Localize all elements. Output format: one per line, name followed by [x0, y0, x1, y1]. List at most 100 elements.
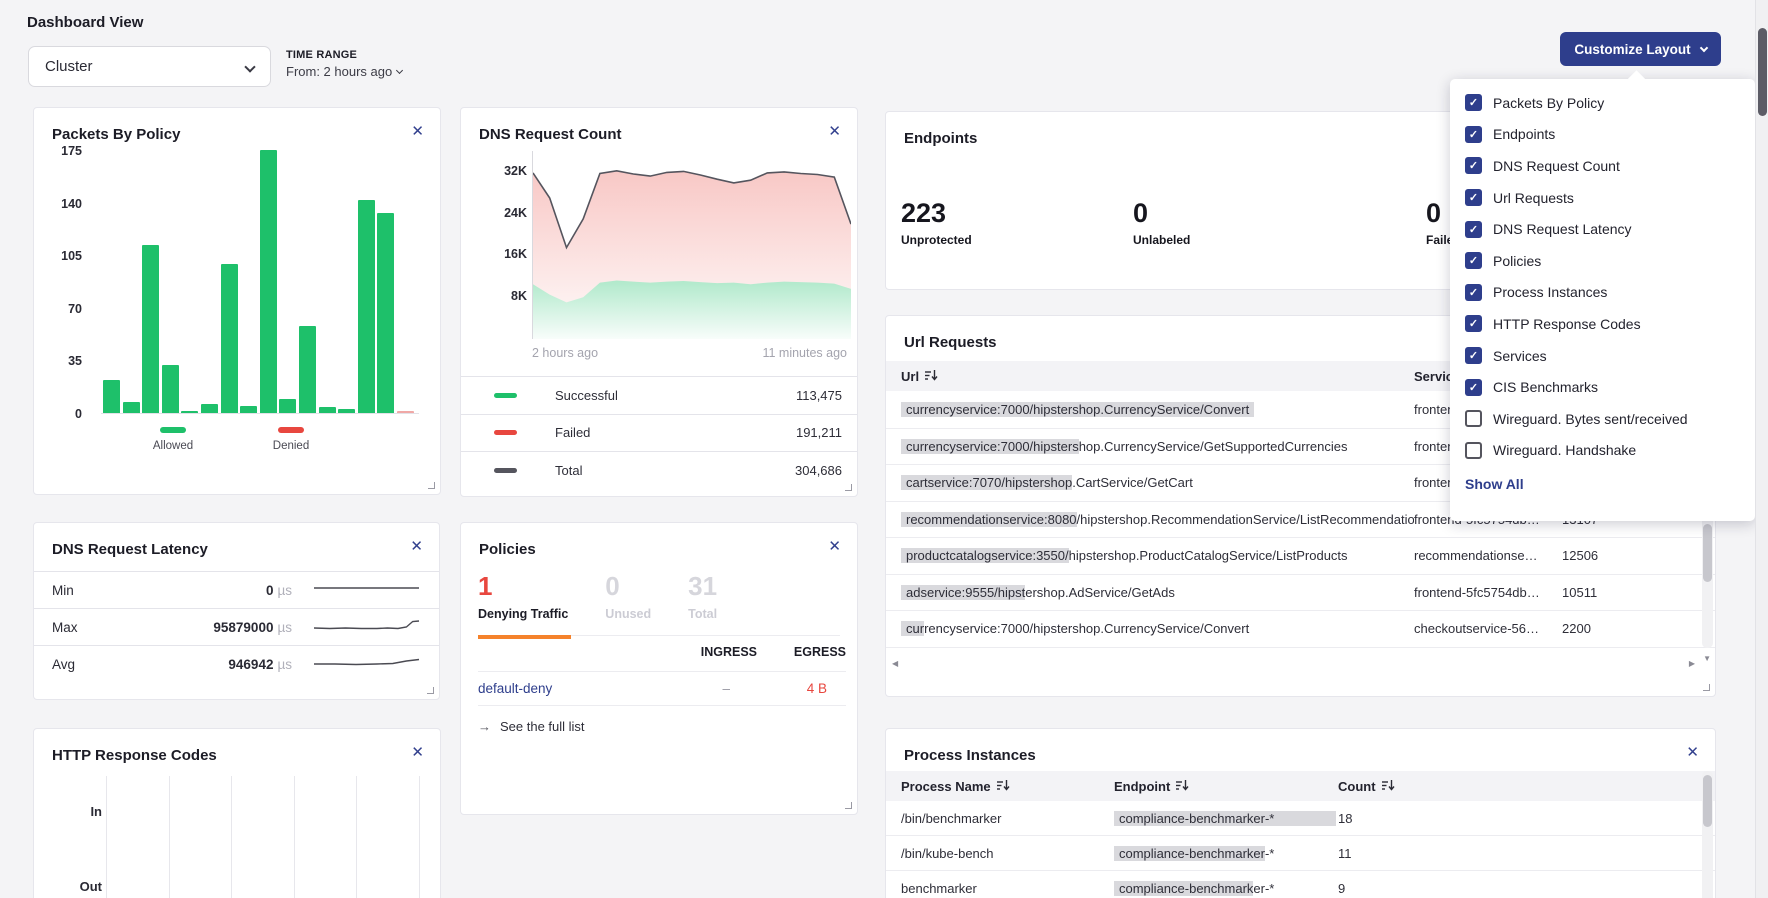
count-cell: 18 — [1338, 811, 1352, 826]
view-selector-dropdown[interactable]: Cluster — [28, 46, 271, 87]
bar — [201, 404, 218, 413]
sort-icon — [1382, 779, 1395, 794]
close-icon[interactable]: ✕ — [410, 539, 423, 554]
checkbox-checked-icon[interactable]: ✓ — [1465, 189, 1482, 206]
policy-name-link[interactable]: default-deny — [478, 681, 552, 696]
scroll-left-arrow[interactable]: ◀ — [892, 659, 898, 668]
menu-item-process-instances[interactable]: ✓Process Instances — [1450, 277, 1755, 309]
scroll-right-arrow[interactable]: ▶ — [1689, 659, 1695, 668]
menu-item-cis-benchmarks[interactable]: ✓CIS Benchmarks — [1450, 371, 1755, 403]
policy-tab-unused[interactable]: 0Unused — [605, 573, 651, 621]
process-name-cell: /bin/benchmarker — [901, 811, 1114, 826]
scroll-down-arrow[interactable]: ▼ — [1703, 654, 1711, 663]
close-icon[interactable]: ✕ — [828, 124, 841, 139]
time-range-label: TIME RANGE — [286, 49, 402, 61]
checkbox-checked-icon[interactable]: ✓ — [1465, 157, 1482, 174]
page-scrollbar[interactable] — [1755, 0, 1768, 898]
menu-item-wireguard-handshake[interactable]: Wireguard. Handshake — [1450, 435, 1755, 467]
column-header-count[interactable]: Count — [1338, 779, 1395, 794]
menu-item-wireguard-bytes-sent-received[interactable]: Wireguard. Bytes sent/received — [1450, 403, 1755, 435]
close-icon[interactable]: ✕ — [1686, 745, 1699, 760]
tab-label: Denying Traffic — [478, 607, 568, 621]
chart-legend: Successful113,475Failed191,211Total304,6… — [461, 376, 857, 489]
page-scrollbar-thumb[interactable] — [1758, 28, 1767, 116]
table-row[interactable]: benchmarkercompliance-benchmarker-*9 — [886, 871, 1715, 898]
endpoint-stat-unprotected: 223Unprotected — [901, 200, 972, 247]
menu-item-endpoints[interactable]: ✓Endpoints — [1450, 119, 1755, 151]
menu-item-label: Policies — [1493, 253, 1541, 269]
menu-item-services[interactable]: ✓ Services — [1450, 340, 1755, 372]
checkbox-checked-icon[interactable]: ✓ — [1465, 221, 1482, 238]
bar-chart-grid: InOut — [34, 776, 440, 898]
chevron-down-icon — [1699, 43, 1707, 51]
service-cell: frontend-5fc5754db… — [1414, 585, 1562, 600]
close-icon[interactable]: ✕ — [828, 539, 841, 554]
checkbox-checked-icon[interactable]: ✓ — [1465, 379, 1482, 396]
menu-item-label: Services — [1493, 348, 1547, 364]
area-chart — [532, 151, 850, 339]
menu-item-label: Wireguard. Handshake — [1493, 442, 1636, 458]
menu-item-url-requests[interactable]: ✓Url Requests — [1450, 182, 1755, 214]
checkbox-checked-icon[interactable]: ✓ — [1465, 347, 1482, 364]
dns-request-latency-card: DNS Request Latency ✕ Min0µsMax95879000µ… — [33, 522, 440, 700]
resize-handle[interactable] — [845, 484, 852, 491]
menu-item-dns-request-latency[interactable]: ✓DNS Request Latency — [1450, 213, 1755, 245]
policy-tab-denying-traffic[interactable]: 1Denying Traffic — [478, 573, 568, 621]
latency-value: 95879000µs — [172, 620, 292, 635]
customize-layout-menu: ✓Packets By Policy✓Endpoints✓DNS Request… — [1450, 79, 1755, 521]
endpoint-stat-unlabeled: 0Unlabeled — [1133, 200, 1190, 247]
menu-item-http-response-codes[interactable]: ✓HTTP Response Codes — [1450, 308, 1755, 340]
resize-handle[interactable] — [845, 802, 852, 809]
count-cell: 10511 — [1562, 585, 1597, 600]
y-tick-label: 35 — [42, 354, 82, 368]
x-axis-end: 11 minutes ago — [762, 346, 847, 360]
menu-item-dns-request-count[interactable]: ✓DNS Request Count — [1450, 150, 1755, 182]
menu-item-policies[interactable]: ✓ Policies — [1450, 245, 1755, 277]
card-title: Process Instances — [904, 747, 1036, 764]
table-row[interactable]: adservice:9555/hipstershop.AdService/Get… — [886, 575, 1715, 612]
column-header-process-name[interactable]: Process Name — [901, 779, 1114, 794]
close-icon[interactable]: ✕ — [411, 124, 424, 139]
time-range: TIME RANGE From: 2 hours ago — [286, 49, 402, 79]
x-category-denied: Denied — [246, 427, 336, 452]
bar — [279, 399, 296, 413]
process-name-cell: /bin/kube-bench — [901, 846, 1114, 861]
resize-handle[interactable] — [428, 482, 435, 489]
policy-tab-total[interactable]: 31Total — [688, 573, 717, 621]
menu-item-packets-by-policy[interactable]: ✓Packets By Policy — [1450, 87, 1755, 119]
checkbox-checked-icon[interactable]: ✓ — [1465, 94, 1482, 111]
table-row[interactable]: currencyservice:7000/hipstershop.Currenc… — [886, 611, 1715, 648]
endpoint-cell: compliance-benchmarker-* — [1114, 811, 1338, 826]
table-row[interactable]: productcatalogservice:3550/hipstershop.P… — [886, 538, 1715, 575]
bar — [299, 326, 316, 413]
vertical-scrollbar[interactable] — [1702, 771, 1713, 898]
checkbox-checked-icon[interactable]: ✓ — [1465, 252, 1482, 269]
show-all-link[interactable]: Show All — [1465, 476, 1524, 492]
gridline — [419, 776, 420, 898]
highlighted-match: currencyservice:7000/hipsters — [901, 439, 1079, 454]
see-full-list-link[interactable]: → See the full list — [478, 719, 585, 734]
checkbox-checked-icon[interactable]: ✓ — [1465, 284, 1482, 301]
card-title: Policies — [479, 541, 536, 558]
column-header-url[interactable]: Url — [901, 369, 1414, 384]
tab-count: 31 — [688, 573, 717, 599]
close-icon[interactable]: ✕ — [411, 745, 424, 760]
service-cell: recommendationse… — [1414, 548, 1562, 563]
checkbox-unchecked-icon[interactable] — [1465, 410, 1482, 427]
customize-layout-button[interactable]: Customize Layout — [1560, 32, 1721, 66]
checkbox-unchecked-icon[interactable] — [1465, 442, 1482, 459]
time-range-from-dropdown[interactable]: From: 2 hours ago — [286, 64, 402, 79]
column-header-endpoint[interactable]: Endpoint — [1114, 779, 1338, 794]
resize-handle[interactable] — [1703, 684, 1710, 691]
checkbox-checked-icon[interactable]: ✓ — [1465, 126, 1482, 143]
table-row[interactable]: /bin/kube-benchcompliance-benchmarker-*1… — [886, 836, 1715, 871]
checkbox-checked-icon[interactable]: ✓ — [1465, 315, 1482, 332]
legend-swatch — [494, 430, 517, 435]
y-tick-label: 175 — [42, 144, 82, 158]
resize-handle[interactable] — [427, 687, 434, 694]
table-row[interactable]: /bin/benchmarkercompliance-benchmarker-*… — [886, 801, 1715, 836]
sort-icon — [997, 779, 1010, 794]
card-title: HTTP Response Codes — [52, 747, 217, 764]
gridline — [169, 776, 170, 898]
bar — [240, 406, 257, 414]
